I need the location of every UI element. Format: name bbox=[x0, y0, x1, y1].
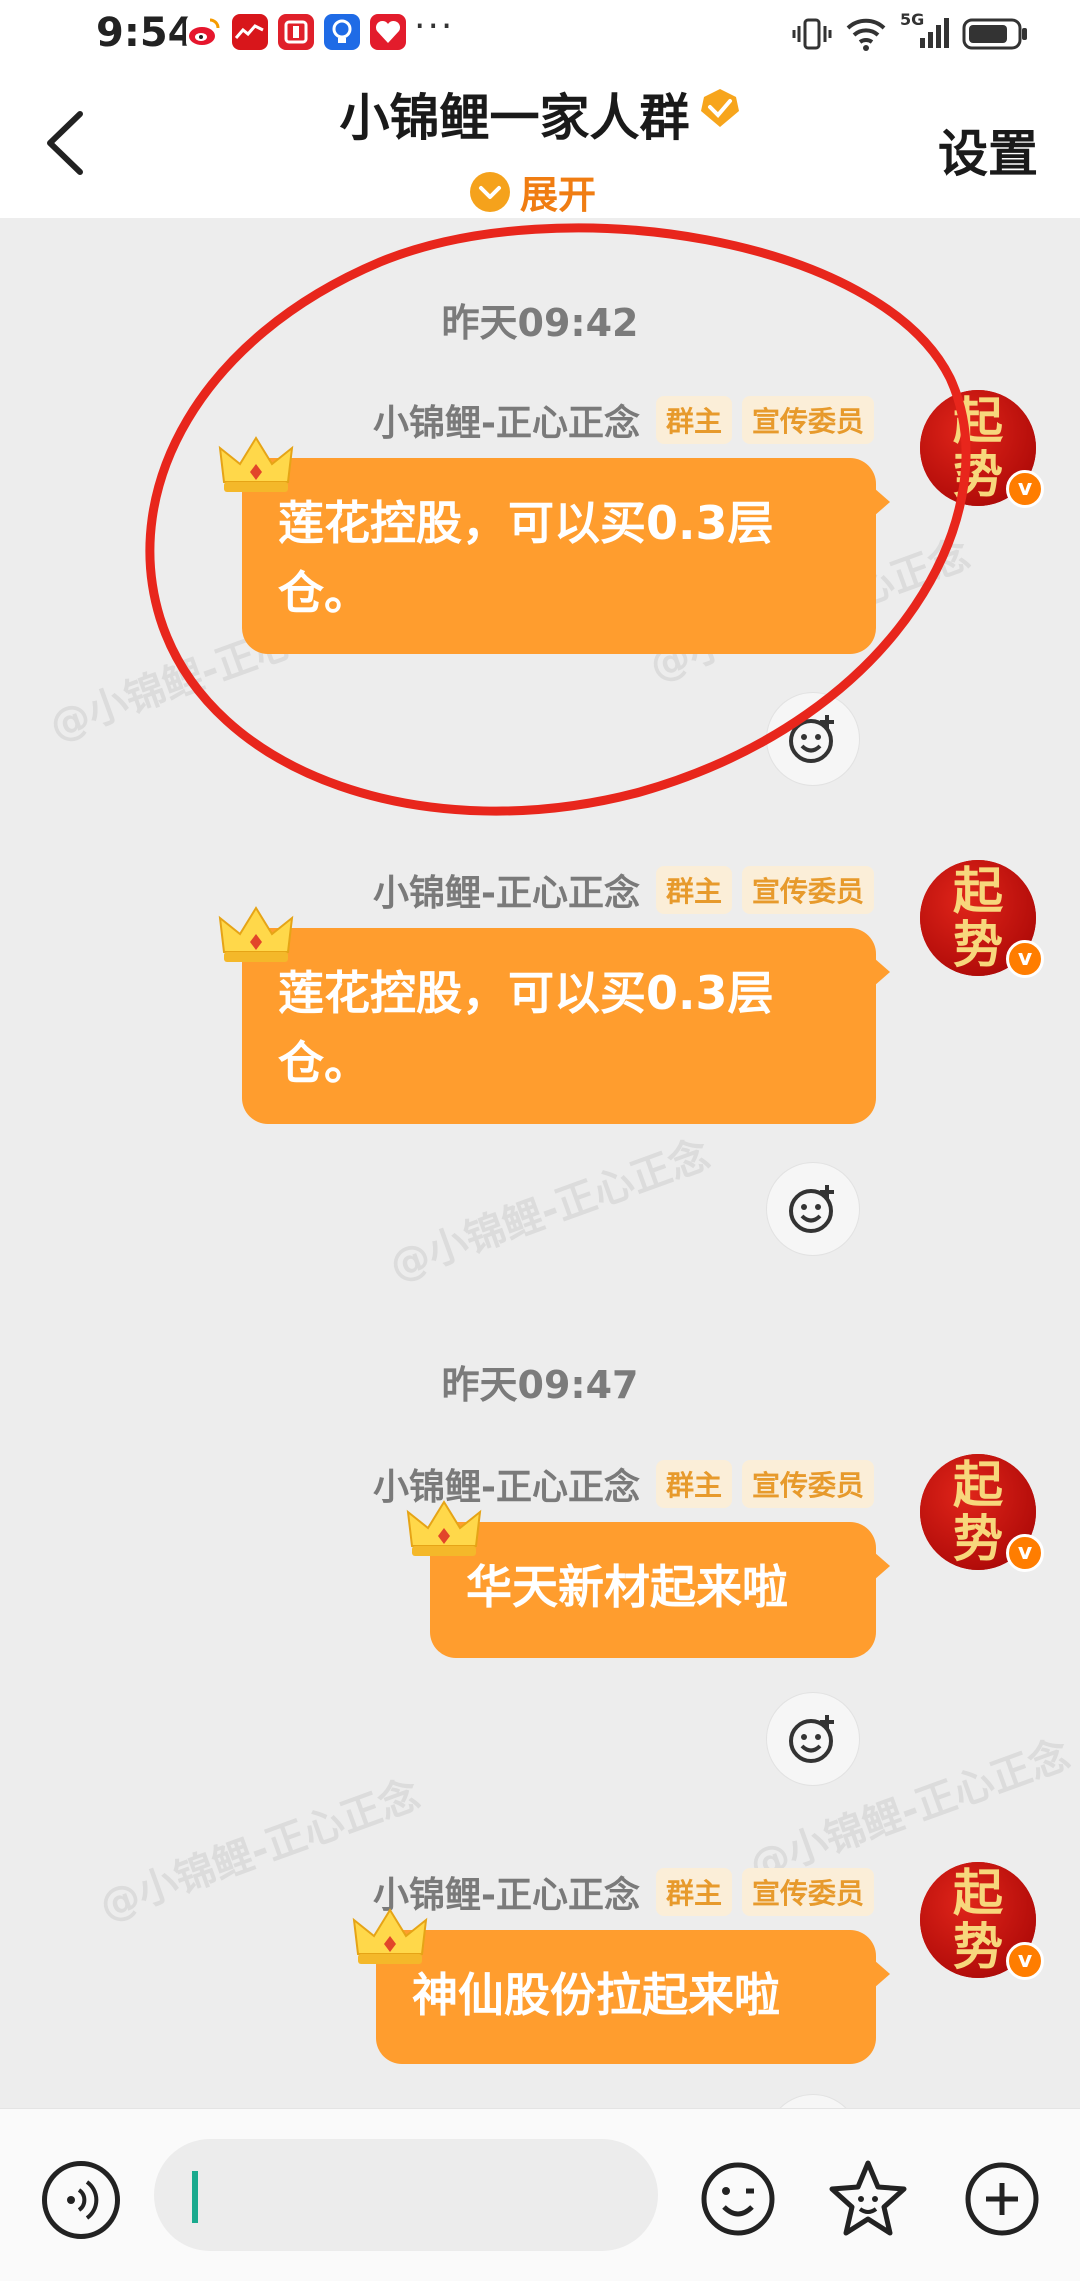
add-reaction-button[interactable] bbox=[766, 1692, 860, 1786]
message-bubble[interactable]: 神仙股份拉起来啦 bbox=[376, 1930, 890, 2064]
chat-area[interactable]: @小锦鲤-正心正念 @小锦鲤-正心正念 @小锦鲤-正心正念 @小锦鲤-正心正念 … bbox=[0, 218, 1080, 2108]
settings-button[interactable]: 设置 bbox=[938, 114, 1038, 186]
role-tag: 宣传委员 bbox=[741, 866, 874, 914]
star-sticker-icon bbox=[829, 2160, 907, 2236]
message-bubble[interactable]: 莲花控股，可以买0.3层仓。 bbox=[242, 928, 890, 1124]
group-title: 小锦鲤一家人群 bbox=[339, 89, 690, 147]
wifi-icon bbox=[846, 18, 886, 51]
chevron-down-icon bbox=[470, 171, 510, 212]
message-meta: 小锦鲤-正心正念 群主 宣传委员 bbox=[373, 864, 874, 916]
sticker-button[interactable] bbox=[826, 2157, 910, 2241]
crown-icon bbox=[218, 436, 294, 492]
message-meta: 小锦鲤-正心正念 群主 宣传委员 bbox=[373, 1866, 874, 1918]
v-badge-icon: v bbox=[1006, 1942, 1044, 1980]
message-bubble[interactable]: 华天新材起来啦 bbox=[430, 1522, 890, 1658]
title-wrap: 小锦鲤一家人群 bbox=[0, 78, 1080, 150]
vibrate-icon bbox=[792, 18, 832, 50]
input-bar bbox=[0, 2108, 1080, 2281]
expand-label: 展开 bbox=[520, 173, 597, 217]
verified-badge-icon bbox=[700, 89, 739, 127]
cell-signal-icon: 5G bbox=[900, 10, 950, 54]
chat-header: 小锦鲤一家人群 展开 设置 bbox=[0, 72, 1080, 218]
stock-app-icon bbox=[232, 14, 268, 50]
v-badge-icon: v bbox=[1006, 470, 1044, 508]
crown-icon bbox=[218, 906, 294, 962]
emoji-button[interactable] bbox=[696, 2157, 780, 2241]
message-input[interactable] bbox=[154, 2139, 658, 2251]
v-badge-icon: v bbox=[1006, 940, 1044, 978]
add-reaction-button[interactable] bbox=[766, 2094, 860, 2108]
timestamp: 昨天09:42 bbox=[441, 301, 639, 345]
avatar[interactable]: 起势 v bbox=[920, 390, 1044, 508]
sender-name: 小锦鲤-正心正念 bbox=[373, 873, 640, 914]
message-meta: 小锦鲤-正心正念 群主 宣传委员 bbox=[373, 394, 874, 446]
role-tag: 群主 bbox=[655, 1868, 732, 1916]
crown-icon bbox=[352, 1908, 428, 1964]
status-bar: 9:54 ··· 5G bbox=[0, 0, 1080, 72]
status-app-icons bbox=[186, 14, 406, 50]
status-time: 9:54 bbox=[96, 10, 196, 56]
emoji-add-icon bbox=[789, 1185, 834, 1233]
avatar[interactable]: 起势 v bbox=[920, 860, 1044, 978]
add-reaction-button[interactable] bbox=[766, 692, 860, 786]
more-options-button[interactable] bbox=[960, 2157, 1044, 2241]
emoji-add-icon bbox=[789, 715, 834, 763]
plus-circle-icon bbox=[965, 2162, 1039, 2236]
status-more-icon: ··· bbox=[414, 6, 455, 47]
expand-button[interactable]: 展开 bbox=[470, 164, 596, 219]
crown-icon bbox=[406, 1500, 482, 1556]
role-tag: 宣传委员 bbox=[741, 396, 874, 444]
role-tag: 宣传委员 bbox=[741, 1868, 874, 1916]
battery-icon bbox=[962, 18, 1027, 50]
heart-app-icon bbox=[370, 14, 406, 50]
emoji-icon bbox=[701, 2162, 775, 2236]
emoji-add-icon bbox=[789, 1715, 834, 1763]
timestamp: 昨天09:47 bbox=[441, 1363, 639, 1407]
voice-icon bbox=[67, 2180, 99, 2220]
avatar[interactable]: 起势 v bbox=[920, 1862, 1044, 1980]
watermark: @小锦鲤-正心正念 bbox=[383, 1131, 716, 1290]
add-reaction-button[interactable] bbox=[766, 1162, 860, 1256]
voice-button[interactable] bbox=[42, 2161, 120, 2239]
sender-name: 小锦鲤-正心正念 bbox=[373, 403, 640, 444]
message-bubble[interactable]: 莲花控股，可以买0.3层仓。 bbox=[242, 458, 890, 654]
role-tag: 群主 bbox=[655, 396, 732, 444]
role-tag: 群主 bbox=[655, 1460, 732, 1508]
news-app-icon bbox=[278, 14, 314, 50]
role-tag: 宣传委员 bbox=[741, 1460, 874, 1508]
role-tag: 群主 bbox=[655, 866, 732, 914]
bulb-app-icon bbox=[324, 14, 360, 50]
v-badge-icon: v bbox=[1006, 1534, 1044, 1572]
avatar[interactable]: 起势 v bbox=[920, 1454, 1044, 1572]
weibo-icon bbox=[186, 14, 222, 50]
text-cursor bbox=[192, 2171, 198, 2223]
status-indicators: 5G bbox=[792, 10, 1028, 54]
